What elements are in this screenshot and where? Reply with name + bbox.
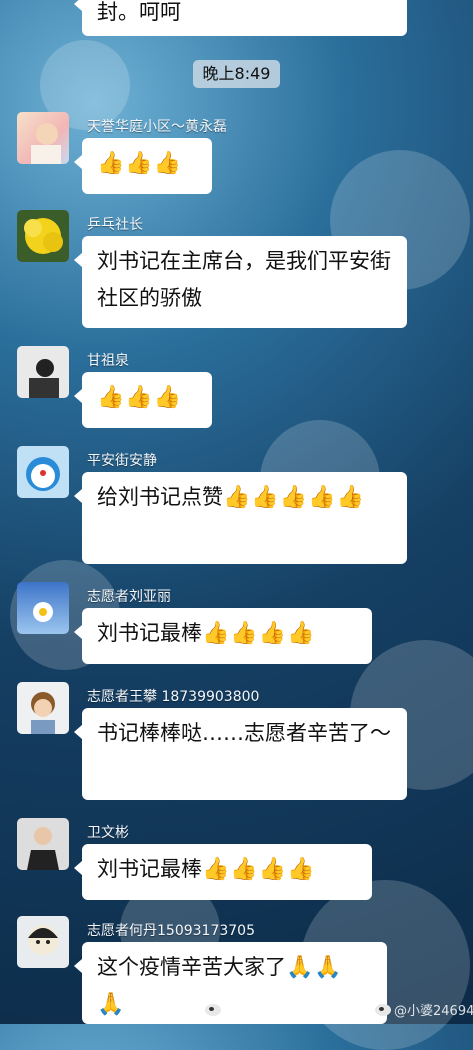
message-text: 这个疫情辛苦大家了 <box>97 955 286 979</box>
message-text: 书记棒棒哒……志愿者辛苦了～ <box>97 721 391 745</box>
thumbs-up-icon: 👍 <box>308 485 336 510</box>
thumbs-up-icon: 👍 <box>125 385 153 410</box>
thumbs-up-icon: 👍 <box>202 857 230 882</box>
message-bubble[interactable]: 👍👍👍 <box>74 138 212 194</box>
sender-name: 志愿者何丹15093173705 <box>87 923 255 939</box>
message-text: 刘书记在主席台，是我们平安街社区的骄傲 <box>97 249 391 310</box>
thumbs-up-icon: 👍 <box>287 857 315 882</box>
sender-name: 卫文彬 <box>87 825 129 841</box>
pray-icon: 🙏 <box>97 992 125 1017</box>
sender-name: 志愿者王攀 18739903800 <box>87 689 260 705</box>
thumbs-up-icon: 👍 <box>230 621 258 646</box>
message-bubble[interactable]: 给刘书记点赞👍👍👍👍👍 <box>74 472 407 564</box>
person-avatar[interactable] <box>17 346 69 398</box>
child-avatar[interactable] <box>17 682 69 734</box>
weibo-icon <box>205 1004 221 1016</box>
pray-icon: 🙏 <box>314 955 342 980</box>
message-text: 刘书记最棒 <box>97 857 202 881</box>
thumbs-up-icon: 👍 <box>153 385 182 410</box>
message-text: 封。呵呵 <box>97 0 181 24</box>
sender-name: 天誉华庭小区～黄永磊 <box>87 119 227 135</box>
message-text: 给刘书记点赞 <box>97 485 223 509</box>
message-bubble[interactable]: 书记棒棒哒……志愿者辛苦了～ <box>74 708 407 800</box>
thumbs-up-icon: 👍 <box>202 621 230 646</box>
thumbs-up-icon: 👍 <box>97 151 125 176</box>
thumbs-up-icon: 👍 <box>258 857 287 882</box>
weibo-icon <box>375 1004 391 1016</box>
timestamp-pill: 晚上8:49 <box>193 60 280 88</box>
thumbs-up-icon: 👍 <box>223 485 251 510</box>
sender-name: 甘祖泉 <box>87 353 129 369</box>
thumbs-up-icon: 👍 <box>279 485 308 510</box>
thumbs-up-icon: 👍 <box>125 151 153 176</box>
sender-name: 平安街安静 <box>87 453 157 469</box>
message-bubble-partial[interactable]: 封。呵呵 <box>74 0 407 36</box>
sender-name: 乒乓社长 <box>87 217 143 233</box>
message-bubble[interactable]: 刘书记最棒👍👍👍👍 <box>74 608 372 664</box>
message-text: 刘书记最棒 <box>97 621 202 645</box>
thumbs-up-icon: 👍 <box>251 485 279 510</box>
watermark-left: @怀晋欢 <box>205 1000 276 1019</box>
message-bubble[interactable]: 刘书记在主席台，是我们平安街社区的骄傲 <box>74 236 407 328</box>
thumbs-up-icon: 👍 <box>336 485 365 510</box>
message-bubble[interactable]: 刘书记最棒👍👍👍👍 <box>74 844 372 900</box>
watermark-right: @小婆24694 <box>375 1000 473 1019</box>
baby-avatar[interactable] <box>17 112 69 164</box>
timestamp-text: 晚上8:49 <box>202 64 271 83</box>
thumbs-up-icon: 👍 <box>287 621 315 646</box>
pray-icon: 🙏 <box>286 955 314 980</box>
flower-avatar[interactable] <box>17 210 69 262</box>
man-avatar[interactable] <box>17 818 69 870</box>
thumbs-up-icon: 👍 <box>97 385 125 410</box>
thumbs-up-icon: 👍 <box>230 857 258 882</box>
thumbs-up-icon: 👍 <box>258 621 287 646</box>
daisy-avatar[interactable] <box>17 582 69 634</box>
thumbs-up-icon: 👍 <box>153 151 182 176</box>
cartoon-avatar[interactable] <box>17 446 69 498</box>
message-bubble[interactable]: 👍👍👍 <box>74 372 212 428</box>
doll-avatar[interactable] <box>17 916 69 968</box>
sender-name: 志愿者刘亚丽 <box>87 589 171 605</box>
